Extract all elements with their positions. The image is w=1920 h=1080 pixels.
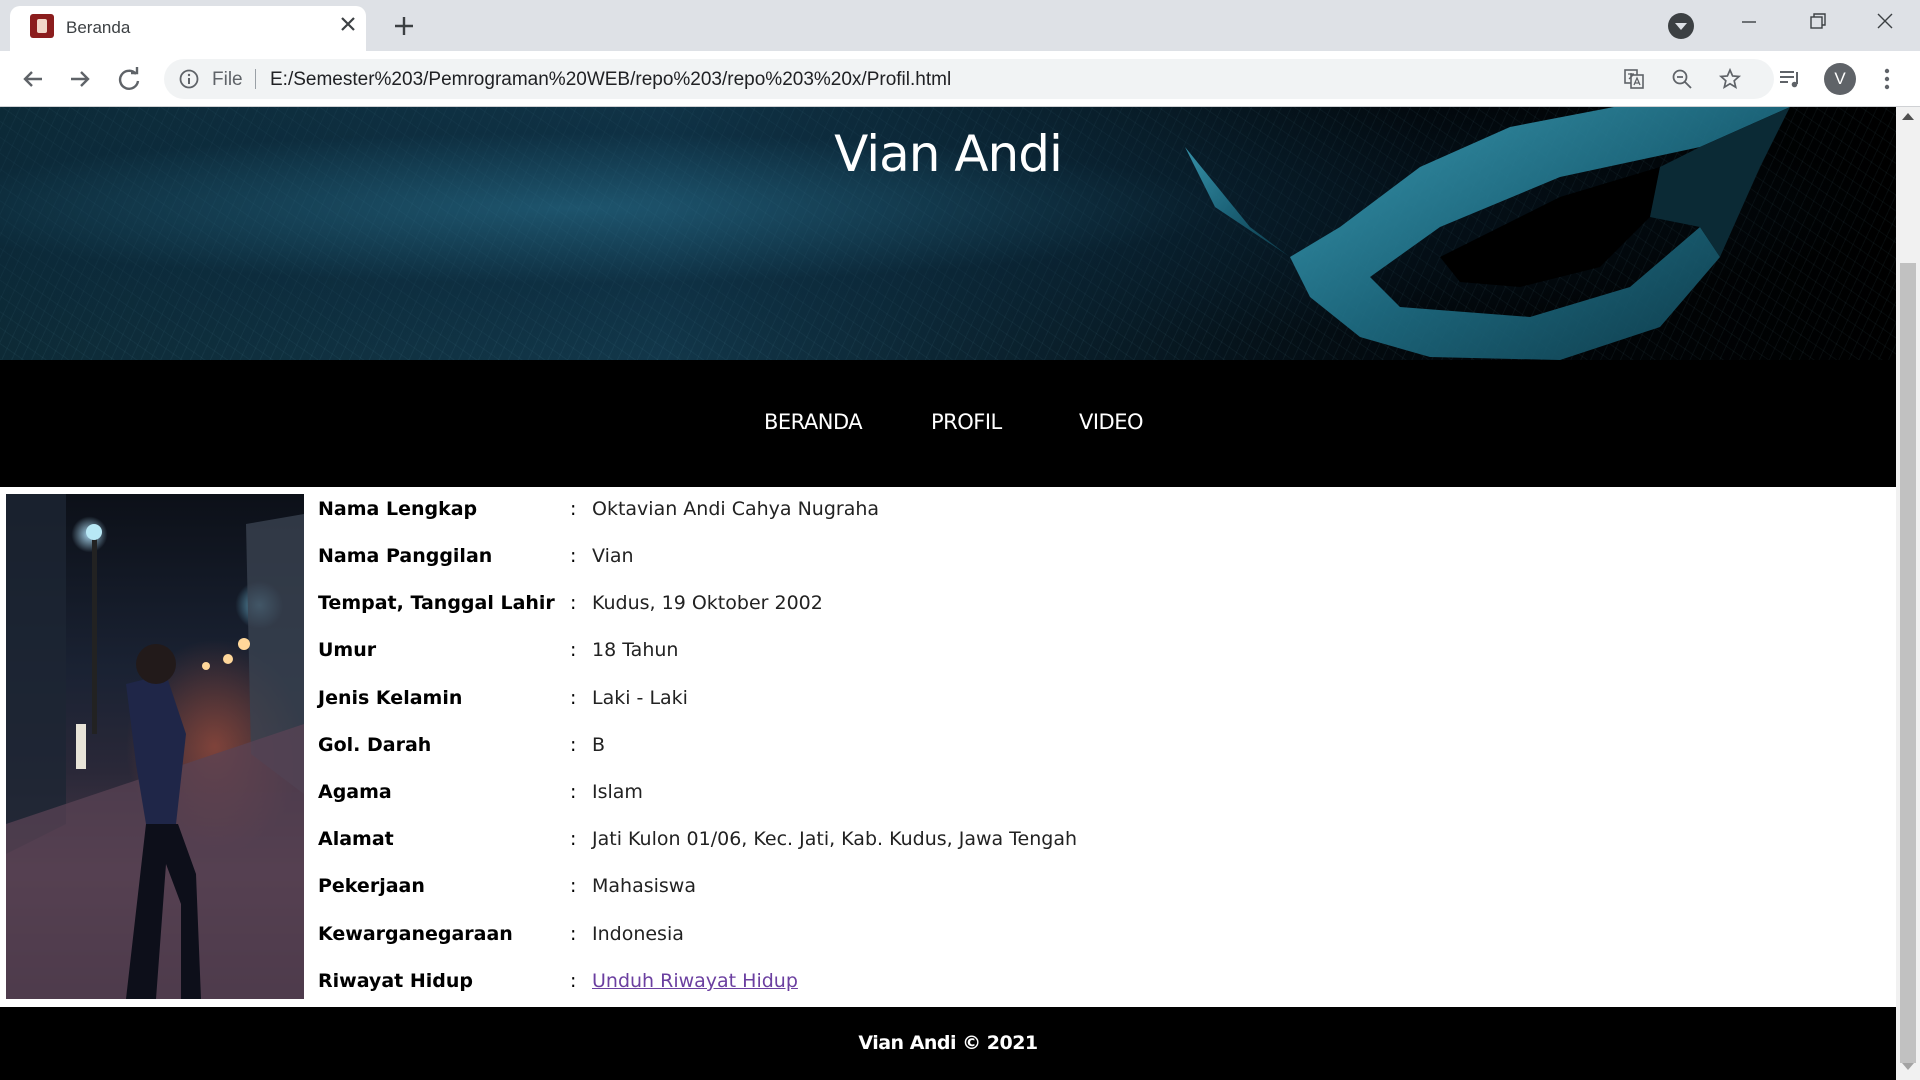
zoom-out-icon[interactable]	[1670, 67, 1694, 91]
browser-tab[interactable]: Beranda	[10, 6, 366, 51]
close-window-icon[interactable]	[1856, 0, 1914, 44]
tab-search-icon[interactable]	[1668, 13, 1694, 39]
row-value: Indonesia	[592, 923, 684, 945]
row-value: B	[592, 734, 606, 756]
row-value: Laki - Laki	[592, 687, 688, 709]
nav-beranda[interactable]: BERANDA	[764, 410, 863, 434]
table-row: Tempat, Tanggal Lahir : Kudus, 19 Oktobe…	[318, 588, 1518, 618]
new-tab-icon[interactable]	[390, 12, 418, 40]
row-label: Pekerjaan	[318, 875, 425, 897]
nav-video[interactable]: VIDEO	[1079, 410, 1144, 434]
row-value: Vian	[592, 545, 634, 567]
row-value: Mahasiswa	[592, 875, 696, 897]
table-row: Nama Panggilan : Vian	[318, 541, 1518, 571]
scroll-up-icon[interactable]	[1902, 113, 1914, 120]
download-cv-link[interactable]: Unduh Riwayat Hidup	[592, 970, 798, 992]
restore-icon[interactable]	[1788, 0, 1846, 44]
row-colon: :	[570, 781, 577, 803]
menu-icon[interactable]	[1873, 65, 1901, 93]
header-banner: Vian Andi	[0, 107, 1896, 360]
forward-icon[interactable]	[63, 62, 97, 96]
table-row: Kewarganegaraan : Indonesia	[318, 919, 1518, 949]
nav-profil[interactable]: PROFIL	[931, 410, 1002, 434]
minimize-icon[interactable]	[1720, 0, 1778, 44]
row-label: Kewarganegaraan	[318, 923, 513, 945]
page-scrollbar[interactable]	[1896, 107, 1920, 1080]
row-label: Alamat	[318, 828, 394, 850]
reload-icon[interactable]	[112, 62, 146, 96]
row-label: Umur	[318, 639, 377, 661]
address-url[interactable]: E:/Semester%203/Pemrograman%20WEB/repo%2…	[270, 69, 951, 91]
star-icon[interactable]	[1718, 67, 1742, 91]
row-label: Gol. Darah	[318, 734, 432, 756]
main-navigation: BERANDA PROFIL VIDEO	[0, 360, 1896, 487]
site-title: Vian Andi	[834, 125, 1063, 183]
row-colon: :	[570, 734, 577, 756]
row-colon: :	[570, 875, 577, 897]
row-label: Tempat, Tanggal Lahir	[318, 592, 555, 614]
browser-tabstrip: Beranda	[0, 0, 1920, 51]
profile-photo	[6, 494, 304, 999]
row-value: Oktavian Andi Cahya Nugraha	[592, 498, 880, 520]
address-scheme: File	[212, 69, 243, 90]
table-row: Gol. Darah : B	[318, 730, 1518, 760]
profile-avatar[interactable]: V	[1824, 63, 1856, 95]
row-label: Riwayat Hidup	[318, 970, 473, 992]
row-label: Agama	[318, 781, 392, 803]
row-label: Jenis Kelamin	[318, 687, 463, 709]
scroll-thumb[interactable]	[1900, 263, 1916, 1063]
browser-toolbar: File E:/Semester%203/Pemrograman%20WEB/r…	[0, 51, 1920, 107]
row-colon: :	[570, 687, 577, 709]
table-row: Agama : Islam	[318, 777, 1518, 807]
table-row: Riwayat Hidup : Unduh Riwayat Hidup	[318, 966, 1518, 996]
row-value: Islam	[592, 781, 643, 803]
footer-text: Vian Andi © 2021	[858, 1032, 1038, 1054]
page-footer: Vian Andi © 2021	[0, 1007, 1896, 1080]
address-bar[interactable]: File E:/Semester%203/Pemrograman%20WEB/r…	[164, 59, 1774, 99]
media-queue-icon[interactable]	[1776, 65, 1804, 93]
favicon-icon	[30, 14, 54, 38]
address-separator	[255, 69, 256, 89]
row-value: Jati Kulon 01/06, Kec. Jati, Kab. Kudus,…	[592, 828, 1078, 850]
row-colon: :	[570, 592, 577, 614]
table-row: Alamat : Jati Kulon 01/06, Kec. Jati, Ka…	[318, 824, 1518, 854]
translate-icon[interactable]	[1622, 67, 1646, 91]
scroll-down-icon[interactable]	[1902, 1063, 1914, 1070]
row-value: Kudus, 19 Oktober 2002	[592, 592, 823, 614]
tab-title: Beranda	[66, 18, 131, 37]
row-value: 18 Tahun	[592, 639, 679, 661]
table-row: Umur : 18 Tahun	[318, 635, 1518, 665]
table-row: Nama Lengkap : Oktavian Andi Cahya Nugra…	[318, 494, 1518, 524]
row-colon: :	[570, 923, 577, 945]
row-colon: :	[570, 970, 577, 992]
info-icon[interactable]	[178, 68, 200, 90]
close-tab-icon[interactable]	[336, 12, 360, 36]
row-colon: :	[570, 828, 577, 850]
row-colon: :	[570, 639, 577, 661]
row-colon: :	[570, 498, 577, 520]
row-label: Nama Panggilan	[318, 545, 493, 567]
table-row: Pekerjaan : Mahasiswa	[318, 871, 1518, 901]
row-label: Nama Lengkap	[318, 498, 478, 520]
back-icon[interactable]	[16, 62, 50, 96]
table-row: Jenis Kelamin : Laki - Laki	[318, 683, 1518, 713]
row-colon: :	[570, 545, 577, 567]
page-viewport: Vian Andi BERANDA PROFIL VIDEO Nama Leng…	[0, 107, 1896, 1080]
